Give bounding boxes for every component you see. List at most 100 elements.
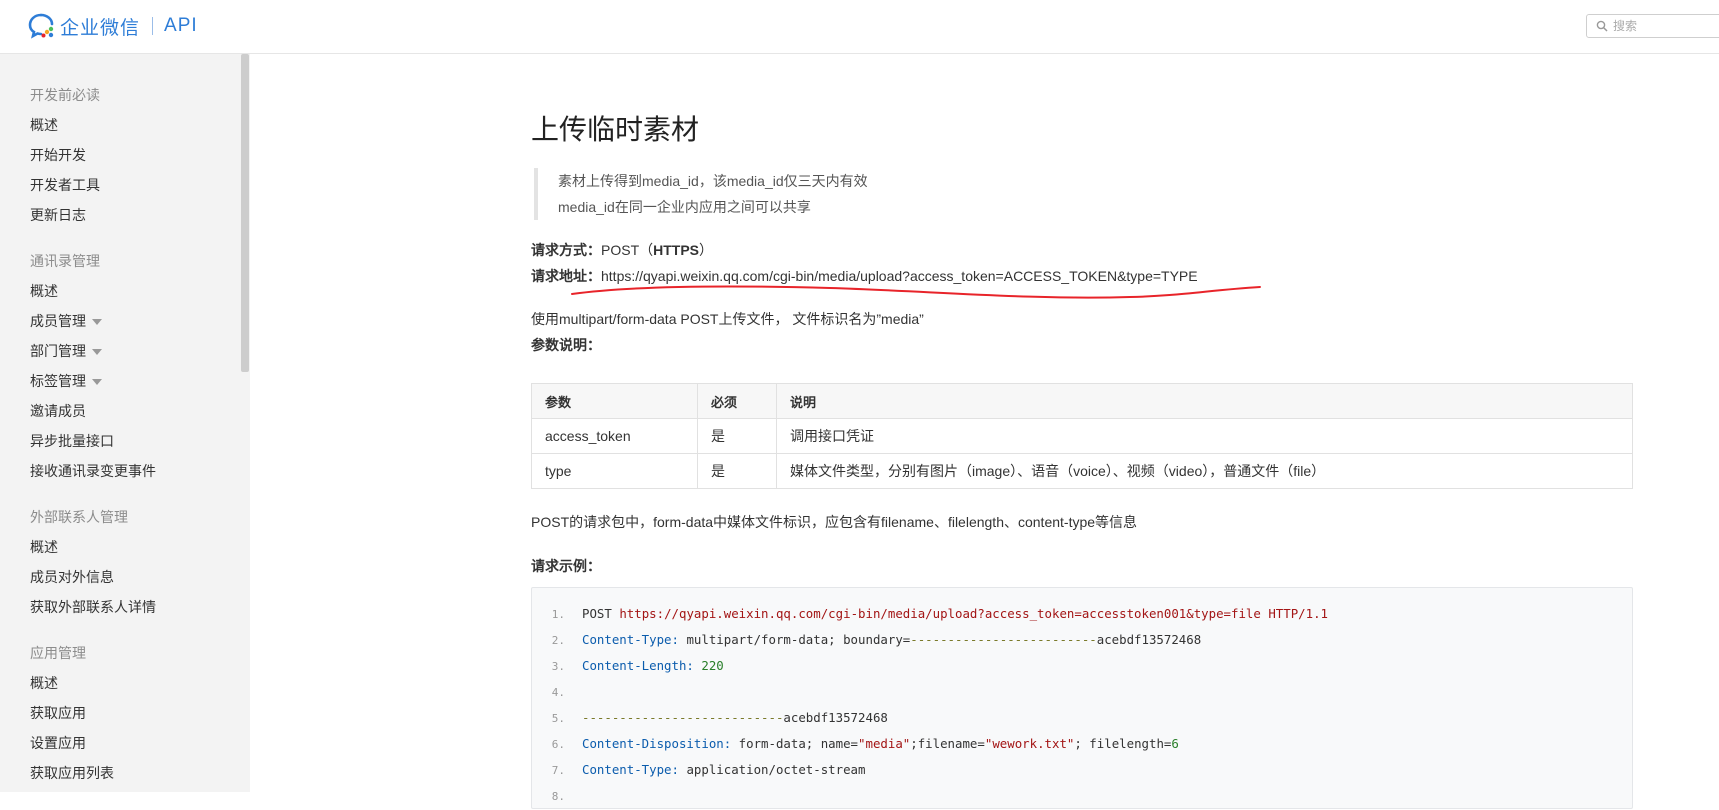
nav-item-get-app[interactable]: 获取应用 bbox=[30, 698, 114, 728]
nav-item-tags[interactable]: 标签管理 bbox=[30, 366, 156, 396]
nav-item-overview[interactable]: 概述 bbox=[30, 668, 114, 698]
nav-item-external-detail[interactable]: 获取外部联系人详情 bbox=[30, 592, 156, 622]
table-cell: 是 bbox=[697, 418, 777, 454]
line-number: 1. bbox=[551, 608, 565, 621]
nav-item-external-info[interactable]: 成员对外信息 bbox=[30, 562, 156, 592]
code-token: acebdf13572468 bbox=[1096, 632, 1202, 647]
table-cell: type bbox=[531, 453, 698, 489]
nav-item-changelog[interactable]: 更新日志 bbox=[30, 200, 100, 230]
note-block: 素材上传得到media_id，该media_id仅三天内有效 media_id在… bbox=[534, 168, 868, 220]
nav-item-batch[interactable]: 异步批量接口 bbox=[30, 426, 156, 456]
line-number: 6. bbox=[551, 738, 565, 751]
code-token: "wework.txt" bbox=[984, 736, 1075, 751]
wework-logo-icon bbox=[28, 13, 54, 39]
table-cell: 是 bbox=[697, 453, 777, 489]
nav-item-overview[interactable]: 概述 bbox=[30, 276, 156, 306]
nav-item-overview[interactable]: 概述 bbox=[30, 110, 100, 140]
nav-item-label: 部门管理 bbox=[30, 343, 86, 359]
code-token: form-data; name= bbox=[731, 736, 859, 751]
nav-group-dev-basics: 开发前必读 概述 开始开发 开发者工具 更新日志 bbox=[30, 80, 100, 230]
line-number: 8. bbox=[551, 790, 565, 803]
code-line: 6. Content-Disposition: form-data; name="… bbox=[532, 731, 1179, 757]
nav-item-label: 标签管理 bbox=[30, 373, 86, 389]
red-annotation-underline bbox=[571, 285, 1261, 299]
table-header-row: 参数 必须 说明 bbox=[531, 383, 1633, 419]
table-header: 说明 bbox=[776, 383, 1633, 419]
nav-heading: 开发前必读 bbox=[30, 87, 100, 103]
nav-item-label: 成员管理 bbox=[30, 313, 86, 329]
code-token: "media" bbox=[858, 736, 911, 751]
line-number: 2. bbox=[551, 634, 565, 647]
nav-group-contacts: 通讯录管理 概述 成员管理 部门管理 标签管理 邀请成员 异步批量接口 接收通讯… bbox=[30, 246, 156, 486]
line-number: 7. bbox=[551, 764, 565, 777]
code-token: ; filelength= bbox=[1074, 736, 1172, 751]
params-label: 参数说明： bbox=[531, 337, 601, 353]
code-token: 220 bbox=[693, 658, 724, 673]
nav-item-members[interactable]: 成员管理 bbox=[30, 306, 156, 336]
request-method: 请求方式：POST（HTTPS） bbox=[531, 240, 713, 260]
nav-item-contact-events[interactable]: 接收通讯录变更事件 bbox=[30, 456, 156, 486]
nav-item-dev-tools[interactable]: 开发者工具 bbox=[30, 170, 100, 200]
nav-item-invite[interactable]: 邀请成员 bbox=[30, 396, 156, 426]
code-token: Content-Type: bbox=[582, 762, 679, 777]
upload-description: 使用multipart/form-data POST上传文件， 文件标识名为”m… bbox=[531, 311, 924, 327]
code-line: 8. bbox=[532, 783, 582, 809]
code-token: ------------------------- bbox=[910, 632, 1097, 647]
note-line: 素材上传得到media_id，该media_id仅三天内有效 bbox=[558, 173, 868, 189]
code-line: 5. ---------------------------acebdf13572… bbox=[532, 705, 888, 731]
nav-item-app-list[interactable]: 获取应用列表 bbox=[30, 758, 114, 788]
nav-group-apps: 应用管理 概述 获取应用 设置应用 获取应用列表 bbox=[30, 638, 114, 788]
note-line: media_id在同一企业内应用之间可以共享 bbox=[558, 199, 811, 215]
code-token: ;filename= bbox=[910, 736, 985, 751]
search-icon bbox=[1596, 20, 1608, 32]
code-token: Content-Disposition: bbox=[582, 736, 732, 751]
table-cell: 调用接口凭证 bbox=[776, 418, 1633, 454]
param-table: 参数 必须 说明 access_token 是 调用接口凭证 type 是 媒体… bbox=[531, 383, 1633, 489]
code-line: 7. Content-Type: application/octet-stream bbox=[532, 757, 866, 783]
method-value: POST（ bbox=[601, 242, 654, 258]
code-token: Content-Type: bbox=[582, 632, 679, 647]
table-row: access_token 是 调用接口凭证 bbox=[531, 418, 1633, 454]
code-token: application/octet-stream bbox=[678, 762, 866, 777]
search-input[interactable] bbox=[1613, 19, 1713, 33]
table-cell: access_token bbox=[531, 418, 698, 454]
line-number: 5. bbox=[551, 712, 565, 725]
search-box[interactable] bbox=[1586, 14, 1719, 38]
method-protocol: HTTPS bbox=[653, 242, 700, 258]
page-title: 上传临时素材 bbox=[531, 114, 700, 145]
code-token: multipart/form-data; boundary= bbox=[678, 632, 911, 647]
method-label: 请求方式： bbox=[531, 242, 601, 258]
post-note: POST的请求包中，form-data中媒体文件标识，应包含有filename、… bbox=[531, 514, 1138, 530]
logo[interactable]: 企业微信 API bbox=[28, 12, 198, 40]
example-label: 请求示例： bbox=[531, 558, 601, 574]
line-number: 3. bbox=[551, 660, 565, 673]
code-token: acebdf13572468 bbox=[783, 710, 888, 725]
chevron-down-icon bbox=[92, 349, 102, 356]
table-header: 参数 bbox=[531, 383, 698, 419]
nav-group-external-contacts: 外部联系人管理 概述 成员对外信息 获取外部联系人详情 bbox=[30, 502, 156, 622]
nav-heading: 外部联系人管理 bbox=[30, 509, 128, 525]
table-row: type 是 媒体文件类型，分别有图片（image）、语音（voice）、视频（… bbox=[531, 453, 1633, 489]
nav-item-set-app[interactable]: 设置应用 bbox=[30, 728, 114, 758]
nav-item-departments[interactable]: 部门管理 bbox=[30, 336, 156, 366]
section-name: API bbox=[164, 15, 198, 36]
chevron-down-icon bbox=[92, 319, 102, 326]
code-line: 4. bbox=[532, 679, 582, 705]
code-token: Content-Length: bbox=[582, 658, 694, 673]
code-line: 2. Content-Type: multipart/form-data; bou… bbox=[532, 627, 1201, 653]
chevron-down-icon bbox=[92, 379, 102, 386]
line-number: 4. bbox=[551, 686, 565, 699]
brand-name: 企业微信 bbox=[60, 17, 141, 39]
code-block: 1. POST https://qyapi.weixin.qq.com/cgi-b… bbox=[531, 587, 1633, 809]
code-token: POST bbox=[582, 606, 620, 621]
nav-item-start-dev[interactable]: 开始开发 bbox=[30, 140, 100, 170]
nav-item-overview[interactable]: 概述 bbox=[30, 532, 156, 562]
code-line: 3. Content-Length: 220 bbox=[532, 653, 724, 679]
nav-heading: 通讯录管理 bbox=[30, 253, 100, 269]
logo-divider bbox=[152, 17, 154, 35]
nav-heading: 应用管理 bbox=[30, 645, 86, 661]
sidebar-scrollbar[interactable] bbox=[241, 54, 249, 372]
code-token: --------------------------- bbox=[582, 710, 784, 725]
code-line: 1. POST https://qyapi.weixin.qq.com/cgi-b… bbox=[532, 601, 1328, 627]
code-token: 6 bbox=[1171, 736, 1179, 751]
